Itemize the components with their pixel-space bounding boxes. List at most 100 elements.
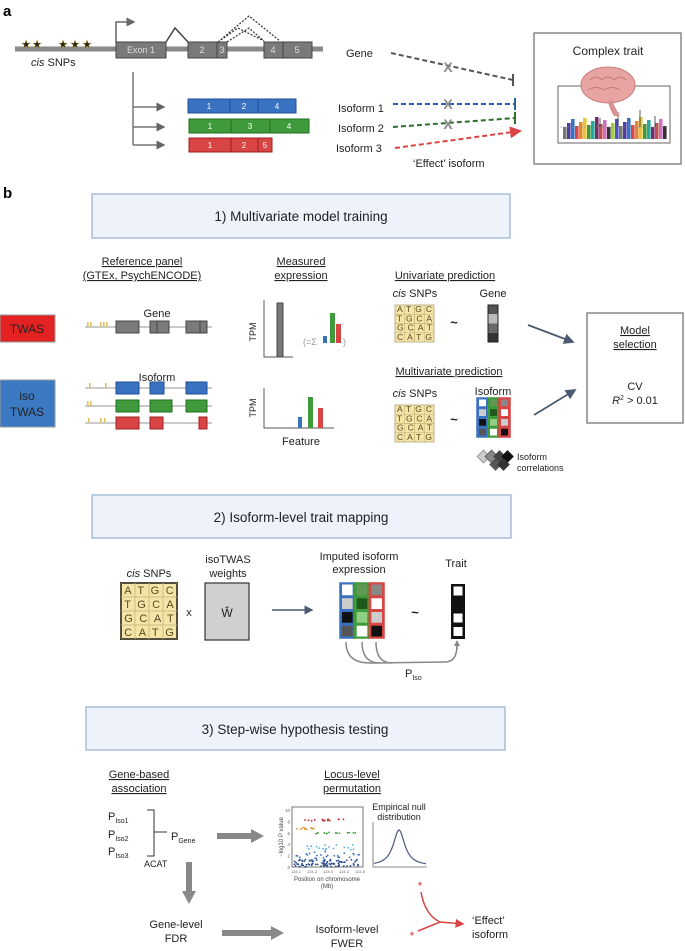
panel-label-a: a (3, 3, 12, 20)
isoform-2-effect-label: Isoform 2 (338, 123, 384, 135)
isoform-cell (479, 399, 486, 407)
locus-point (328, 819, 331, 822)
locus-point (305, 828, 308, 831)
isoform-cell (490, 428, 497, 436)
locus-point (351, 844, 354, 846)
snp-matrix-step2: ATGCTGCAGCATCATG (120, 582, 178, 640)
snp-tick (105, 383, 107, 388)
locus-point (350, 858, 353, 861)
star-icon: ★ (70, 39, 80, 51)
locus-level-header: Locus-level (324, 769, 380, 781)
isoform-cell (371, 598, 382, 609)
locus-point (330, 865, 333, 868)
null-distribution-label-2: distribution (377, 812, 421, 822)
isoform-cell (356, 584, 368, 596)
cv-label: CV (627, 381, 643, 393)
locus-point (293, 860, 296, 863)
snp-tick (90, 401, 92, 406)
exon (115, 416, 140, 430)
trait-column (451, 584, 465, 639)
locus-point (311, 863, 313, 866)
tpm-gene-chart: TPM (=Σ ) (248, 300, 346, 358)
reference-panel-sources: (GTEx, PsychENCODE) (83, 270, 202, 282)
blocked-x-icon: X (443, 96, 453, 112)
locus-y-tick: 2 (287, 854, 290, 859)
locus-point (325, 855, 328, 858)
exon-4-label: 4 (270, 45, 275, 55)
gene-column-label: Gene (480, 288, 507, 300)
star-icon: ★ (58, 39, 68, 51)
exon (115, 399, 140, 413)
locus-point (353, 861, 356, 863)
locus-point (323, 858, 326, 861)
locus-point (297, 863, 300, 866)
locus-point (342, 818, 345, 821)
manhattan-bar (571, 119, 575, 139)
gene-expression-cell (488, 305, 498, 315)
locus-point (342, 865, 345, 867)
isoform-3-tpm-bar (318, 408, 323, 428)
locus-point (328, 846, 330, 848)
alt-splice-junctions (217, 15, 281, 43)
isoform-model-label: Isoform (139, 372, 176, 384)
isoform-1-bar: 1 2 4 (187, 98, 297, 114)
exon (149, 399, 173, 413)
locus-x-tick: 124.1 (291, 869, 302, 874)
locus-y-tick: 8 (287, 819, 290, 824)
exon-label: 2 (242, 102, 247, 111)
isoform-cell (490, 399, 497, 407)
locus-x-axis-label: Position on chromosome (294, 877, 361, 883)
exon-label: 3 (248, 122, 253, 131)
sum-blue-bar (323, 336, 327, 343)
isotwas-weights-label: isoTWAS (205, 554, 250, 566)
manhattan-bar (575, 126, 579, 139)
isoform-cell (371, 625, 382, 637)
manhattan-bar (659, 119, 663, 139)
exon (149, 320, 170, 334)
manhattan-bar (639, 117, 643, 139)
locus-point (346, 831, 349, 834)
effect-paths: Gene X Isoform 1 X Isoform 2 X Isoform 3… (336, 48, 522, 170)
locus-point (304, 866, 306, 868)
locus-x-axis-unit: (Mb) (321, 884, 333, 890)
locus-point (326, 865, 328, 868)
exon (198, 416, 208, 430)
locus-point (348, 831, 351, 834)
isotwas-label-2: TWAS (10, 405, 44, 419)
model-selection-title-2: selection (613, 339, 656, 351)
locus-point (324, 844, 326, 846)
exon-1-label: Exon 1 (127, 45, 155, 55)
tpm-axis-label: TPM (248, 399, 258, 418)
effect-isoform-label: ‘Effect’ isoform (413, 158, 485, 170)
tilde: ~ (450, 315, 458, 330)
locus-point (293, 863, 296, 866)
locus-point (318, 847, 321, 849)
locus-point (305, 863, 308, 866)
isoform-2-tpm-bar (308, 397, 313, 428)
isoform-cell (371, 584, 382, 596)
locus-point (338, 832, 341, 835)
locus-point (311, 827, 314, 830)
null-distribution-label: Empirical null (372, 802, 426, 812)
locus-point (338, 864, 340, 866)
locus-point (357, 863, 359, 866)
locus-point (304, 819, 306, 821)
locus-point (295, 854, 298, 857)
star-icon: ★ (82, 39, 92, 51)
locus-point (322, 847, 324, 850)
locus-point (336, 854, 339, 857)
locus-point (341, 861, 343, 864)
isoform-cell (342, 625, 353, 637)
p-iso2: PIso2 (108, 829, 129, 843)
locus-point (302, 864, 305, 867)
star-icon: ★ (32, 39, 42, 51)
locus-y-tick: 4 (287, 842, 290, 847)
p-gene: PGene (171, 831, 196, 845)
univariate-prediction-header: Univariate prediction (395, 270, 495, 282)
manhattan-bar (655, 123, 659, 139)
locus-point (310, 859, 313, 861)
gene-level-fdr-label-2: FDR (165, 933, 188, 945)
locus-point (306, 845, 309, 847)
locus-point (321, 818, 324, 821)
snp-tick (106, 322, 108, 327)
